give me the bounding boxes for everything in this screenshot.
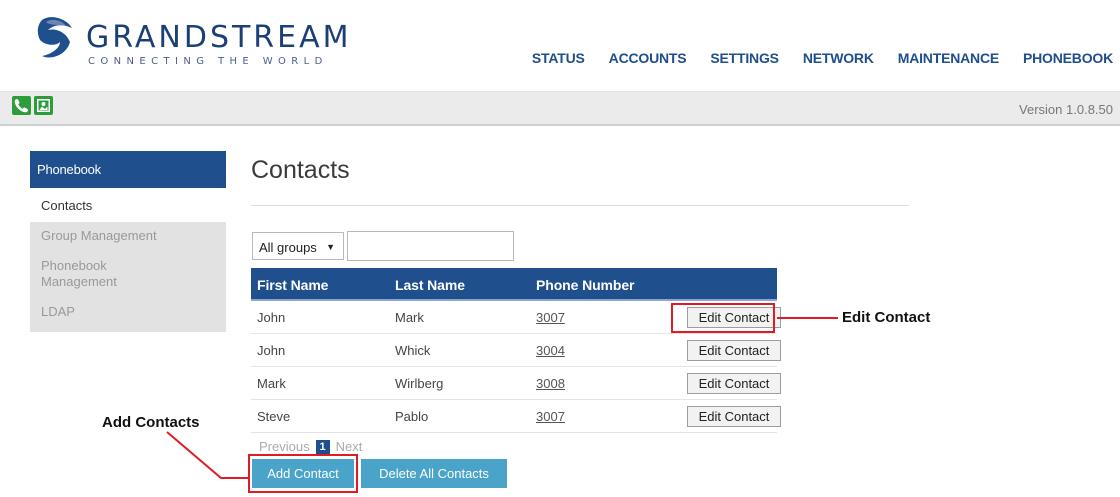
edit-contact-annotation: Edit Contact <box>842 309 931 326</box>
add-contacts-annotation: Add Contacts <box>102 414 200 431</box>
